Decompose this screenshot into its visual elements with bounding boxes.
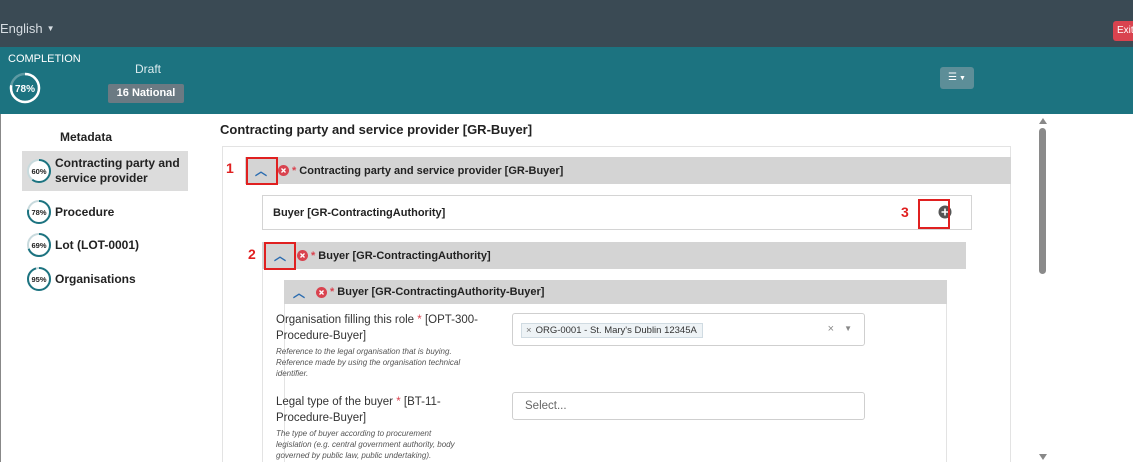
chevron-down-icon: ▼ [46,24,55,33]
exit-button[interactable]: Exit [1113,21,1133,41]
clear-icon[interactable]: × [828,323,834,335]
language-dropdown[interactable]: English ▼ [0,21,55,36]
sliders-icon: ☰ [948,72,958,83]
section-buyer-role-header: ︿ * Buyer [GR-ContractingAuthority-Buyer… [284,280,947,304]
chevron-down-icon[interactable]: ▼ [844,324,852,333]
organisation-select[interactable]: × ORG-0001 - St. Mary's Dublin 12345A × ▼ [512,313,865,346]
completion-progress-ring: 78% [9,72,41,104]
error-icon [297,250,308,261]
scroll-up-arrow[interactable] [1039,118,1047,124]
vertical-scrollbar[interactable] [1033,114,1053,462]
sidebar-item-label: Lot (LOT-0001) [55,237,140,252]
section-title: Buyer [GR-ContractingAuthority] [318,249,491,262]
select-placeholder: Select... [525,400,567,412]
language-label: English [0,21,43,36]
progress-ring: 95% [27,267,51,291]
completion-percent: 78% [15,84,35,95]
annotation-box-3 [918,199,950,229]
selected-organisation-tag: × ORG-0001 - St. Mary's Dublin 12345A [521,323,703,338]
chevron-down-icon: ▼ [959,75,966,82]
required-marker: * [330,286,335,298]
sidebar-item-contracting-party[interactable]: 60% Contracting party and service provide… [22,151,188,191]
sidebar-item-lot[interactable]: 69% Lot (LOT-0001) [22,232,188,258]
sidebar-item-organisations[interactable]: 95% Organisations [22,266,188,292]
status-bar: COMPLETION 78% Draft 16 National ☰ ▼ [0,47,1133,114]
section-title: Contracting party and service provider [… [299,164,564,177]
progress-percent: 60% [31,167,46,176]
progress-percent: 78% [31,208,46,217]
national-badge: 16 National [108,84,184,103]
sidebar-item-label: Contracting party and service provider [55,156,180,185]
error-icon [278,165,289,176]
annotation-number-3: 3 [901,204,909,220]
progress-percent: 69% [31,241,46,250]
annotation-box-2 [264,242,296,270]
draft-label: Draft [135,62,162,76]
buyer-group-label: Buyer [GR-ContractingAuthority] [273,207,446,219]
required-marker: * [311,249,316,262]
section-buyer-header: ︿ * Buyer [GR-ContractingAuthority] [262,242,966,269]
legal-type-select[interactable]: Select... [512,392,865,420]
sidebar-item-label: Procedure [55,204,115,219]
field-label-legal-type: Legal type of the buyer * [BT-11- Procedu… [276,396,441,424]
annotation-number-2: 2 [248,246,256,262]
section-contracting-party-header: ︿ * Contracting party and service provid… [245,157,1011,184]
left-border [0,114,8,462]
collapse-section-button[interactable]: ︿ [286,281,312,303]
field-label-organisation: Organisation filling this role * [OPT-30… [276,314,479,342]
field-help-legal-type: The type of buyer according to procureme… [276,429,455,460]
required-marker: * [292,164,297,177]
completion-label: COMPLETION [8,53,81,65]
scrollbar-thumb[interactable] [1039,128,1046,274]
progress-ring: 78% [27,200,51,224]
annotation-number-1: 1 [226,160,234,176]
sidebar: Metadata 60% Contracting party and servic… [8,114,202,462]
progress-percent: 95% [31,275,46,284]
section-title: Buyer [GR-ContractingAuthority-Buyer] [337,286,545,298]
sidebar-title: Metadata [60,130,113,144]
top-bar: English ▼ Exit [0,0,1133,47]
sidebar-item-procedure[interactable]: 78% Procedure [22,199,188,225]
error-icon [316,286,327,298]
tag-remove-icon[interactable]: × [526,325,532,336]
progress-ring: 69% [27,233,51,257]
page-title: Contracting party and service provider [… [220,122,533,137]
progress-ring: 60% [27,159,51,183]
scroll-down-arrow[interactable] [1039,454,1047,460]
annotation-box-1 [246,157,278,185]
sidebar-item-label: Organisations [55,271,136,286]
filter-settings-button[interactable]: ☰ ▼ [940,67,974,89]
chevron-up-icon: ︿ [292,285,305,300]
buyer-group-row: Buyer [GR-ContractingAuthority] [262,195,972,230]
field-help-organisation: Reference to the legal organisation that… [276,347,461,378]
